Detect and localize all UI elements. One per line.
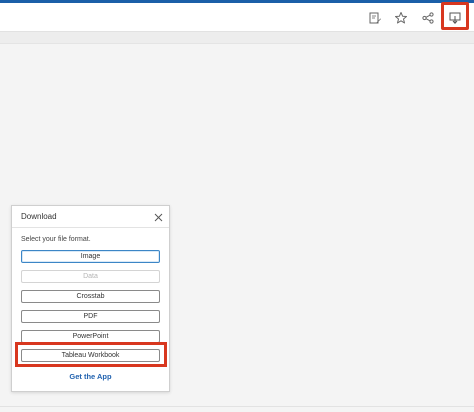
tableau-workbook-highlight xyxy=(15,342,167,367)
download-button-highlight xyxy=(441,2,469,30)
data-format-button: Data xyxy=(21,270,160,283)
dialog-title: Download xyxy=(21,212,57,221)
get-the-app-link[interactable]: Get the App xyxy=(12,372,169,381)
dialog-divider xyxy=(12,227,169,228)
toolbar xyxy=(0,3,474,32)
share-icon[interactable] xyxy=(418,8,438,28)
image-format-button[interactable]: Image xyxy=(21,250,160,263)
edit-sheet-icon[interactable] xyxy=(365,8,385,28)
pdf-format-button[interactable]: PDF xyxy=(21,310,160,323)
format-prompt: Select your file format. xyxy=(21,236,91,243)
download-dialog: Download Select your file format. Image … xyxy=(11,205,170,392)
bottom-divider xyxy=(0,406,474,407)
star-icon[interactable] xyxy=(391,8,411,28)
close-icon[interactable] xyxy=(152,211,164,223)
crosstab-format-button[interactable]: Crosstab xyxy=(21,290,160,303)
toolbar-strip xyxy=(0,32,474,44)
